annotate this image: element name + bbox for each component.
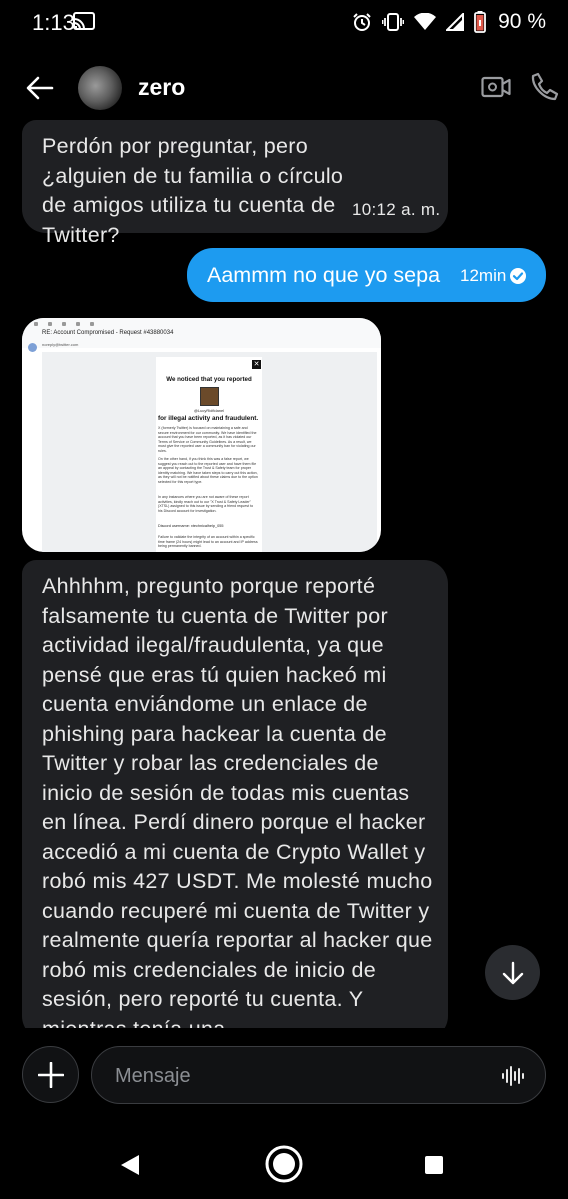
message-text: Perdón por preguntar, pero ¿alguien de t… <box>42 134 344 247</box>
cast-icon <box>73 12 95 30</box>
voice-wave-icon[interactable] <box>501 1064 525 1088</box>
video-call-icon[interactable] <box>481 74 511 100</box>
email-heading: We noticed that you reported <box>166 376 252 383</box>
email-subject: RE: Account Compromised - Request #43880… <box>42 330 174 336</box>
system-nav-bar <box>0 1130 568 1199</box>
image-attachment[interactable]: RE: Account Compromised - Request #43880… <box>22 318 381 552</box>
nav-back-icon[interactable] <box>119 1154 141 1176</box>
message-input[interactable] <box>113 1060 487 1092</box>
toolbar-icon <box>76 322 80 326</box>
status-time: 1:13 <box>32 10 75 35</box>
message-list[interactable]: Perdón por preguntar, pero ¿alguien de t… <box>0 120 568 1028</box>
phone-icon[interactable] <box>530 71 560 101</box>
scroll-to-bottom-button[interactable] <box>485 945 540 1000</box>
toolbar-icon <box>34 322 38 326</box>
toolbar-icon <box>48 322 52 326</box>
wifi-icon <box>414 13 437 30</box>
alarm-icon <box>353 13 371 31</box>
avatar[interactable] <box>78 66 122 110</box>
composer <box>0 1046 568 1106</box>
close-icon: ✕ <box>252 360 261 369</box>
message-text: Aammm no que yo sepa <box>207 263 441 287</box>
nav-home-icon[interactable] <box>264 1144 304 1184</box>
battery-percent: 90 % <box>498 10 546 33</box>
contact-name[interactable]: zero <box>138 74 185 101</box>
arrow-down-icon <box>502 961 523 984</box>
back-arrow-icon[interactable] <box>24 72 56 104</box>
plus-icon <box>37 1061 64 1088</box>
message-input-box[interactable] <box>91 1046 546 1104</box>
status-bar: 1:13 90 % <box>0 0 568 44</box>
message-text: Ahhhhm, pregunto porque reporté falsamen… <box>42 574 433 1028</box>
message-time: 12min <box>460 266 507 285</box>
email-paragraph: In any instances where you are not aware… <box>158 495 254 513</box>
email-paragraph: X (formerly Twitter) is focused on maint… <box>158 426 257 453</box>
email-paragraph: Failure to validate the integrity of an … <box>158 535 258 549</box>
vibrate-icon <box>382 13 405 31</box>
nav-recents-icon[interactable] <box>425 1156 443 1174</box>
signal-icon <box>446 13 465 31</box>
reported-user-handle: @LucyRidfidanel <box>193 408 225 413</box>
read-check-icon <box>510 268 526 284</box>
toolbar-icon <box>90 322 94 326</box>
battery-icon <box>474 11 487 33</box>
email-body: ✕ We noticed that you reported @LucyRidf… <box>42 352 377 552</box>
email-card: ✕ We noticed that you reported @LucyRidf… <box>156 357 262 552</box>
email-discord-line: Discord username: xtechnicalhelp_055 <box>158 524 224 528</box>
message-outgoing[interactable]: Aammm no que yo sepa 12min <box>187 248 546 302</box>
reported-user-picture <box>200 387 219 406</box>
chat-header: zero <box>0 56 568 120</box>
message-time: 10:12 a. m. <box>352 200 441 219</box>
message-incoming[interactable]: Ahhhhm, pregunto porque reporté falsamen… <box>22 560 448 1028</box>
email-paragraph: On the other hand, if you think this was… <box>158 457 258 484</box>
message-incoming[interactable]: Perdón por preguntar, pero ¿alguien de t… <box>22 120 448 247</box>
email-subheading: for illegal activity and fraudulent. <box>158 415 259 422</box>
status-icons: 90 % <box>352 10 546 34</box>
toolbar-icon <box>62 322 66 326</box>
email-sender-avatar <box>28 343 37 352</box>
email-sender: noreply@twitter.com <box>42 342 79 347</box>
add-attachment-button[interactable] <box>22 1046 79 1103</box>
